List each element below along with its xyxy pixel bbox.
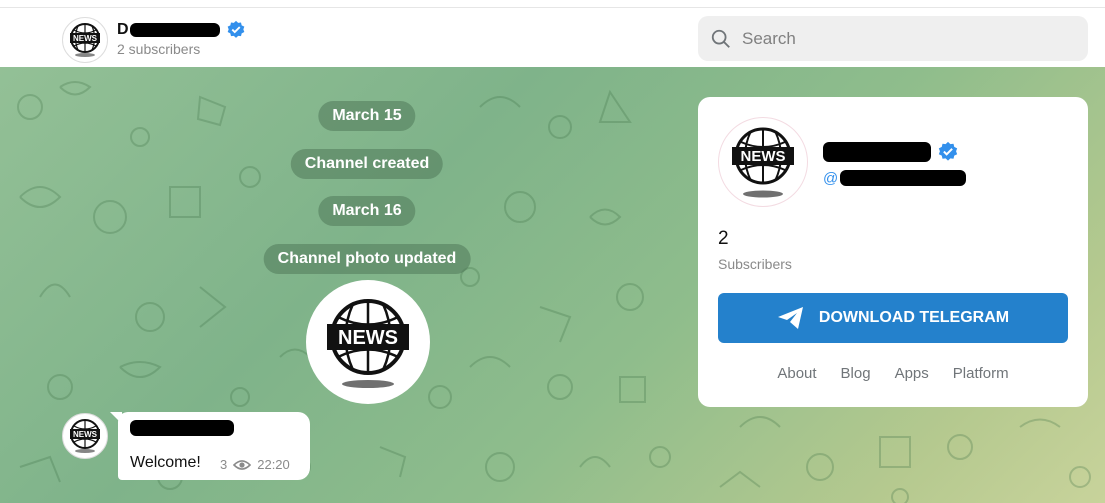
eye-icon — [233, 459, 252, 470]
message-author[interactable] — [130, 420, 234, 436]
subscriber-count: 2 subscribers — [117, 41, 201, 57]
verified-icon — [227, 20, 244, 38]
news-globe-logo: NEWS — [70, 419, 100, 453]
message-meta: 3 22:20 — [220, 457, 290, 472]
link-platform[interactable]: Platform — [953, 365, 1009, 382]
service-date: March 16 — [318, 196, 416, 226]
channel-photo[interactable]: NEWS — [306, 280, 430, 404]
channel-avatar[interactable]: NEWS — [62, 17, 108, 63]
download-label: DOWNLOAD TELEGRAM — [818, 309, 1010, 326]
redacted-title — [823, 142, 931, 162]
card-channel-title — [823, 141, 959, 163]
redacted-handle — [840, 170, 967, 186]
link-apps[interactable]: Apps — [895, 365, 929, 382]
search-input[interactable] — [742, 28, 1062, 49]
link-about[interactable]: About — [777, 365, 816, 382]
service-message: Channel created — [290, 149, 444, 179]
footer-links: About Blog Apps Platform — [698, 365, 1088, 382]
message-bubble[interactable]: Welcome! 3 22:20 — [118, 412, 310, 480]
search-icon — [711, 29, 730, 48]
channel-title-text: D — [117, 21, 129, 38]
message-time: 22:20 — [257, 457, 290, 472]
header: NEWS D 2 subscribers — [0, 7, 1105, 67]
svg-text:NEWS: NEWS — [73, 34, 98, 43]
download-telegram-button[interactable]: DOWNLOAD TELEGRAM — [718, 293, 1068, 343]
service-date: March 15 — [318, 101, 416, 131]
search-box[interactable] — [698, 16, 1088, 61]
news-globe-logo: NEWS — [70, 23, 100, 57]
redacted-author — [130, 420, 234, 436]
service-message: Channel photo updated — [263, 244, 471, 274]
view-count: 3 — [220, 457, 228, 472]
svg-text:NEWS: NEWS — [73, 430, 98, 439]
channel-title[interactable]: D — [117, 20, 246, 40]
redacted-name — [129, 23, 220, 37]
verified-icon — [938, 141, 958, 161]
card-handle[interactable]: @ — [823, 169, 967, 187]
handle-prefix: @ — [823, 169, 839, 187]
news-globe-logo: NEWS — [327, 299, 409, 388]
message-text: Welcome! — [130, 454, 201, 471]
message-avatar[interactable]: NEWS — [62, 413, 108, 459]
card-subscriber-count: 2 — [718, 228, 729, 249]
news-globe-logo: NEWS — [732, 127, 794, 198]
link-blog[interactable]: Blog — [841, 365, 871, 382]
card-avatar[interactable]: NEWS — [718, 117, 808, 207]
svg-text:NEWS: NEWS — [338, 327, 398, 349]
top-strip — [0, 0, 1105, 7]
svg-text:NEWS: NEWS — [741, 148, 786, 165]
telegram-plane-icon — [777, 307, 803, 329]
card-subscriber-label: Subscribers — [718, 256, 792, 272]
channel-info-card: NEWS @ 2 Subscribers DOWNLOAD TELEGRAM A… — [698, 97, 1088, 407]
